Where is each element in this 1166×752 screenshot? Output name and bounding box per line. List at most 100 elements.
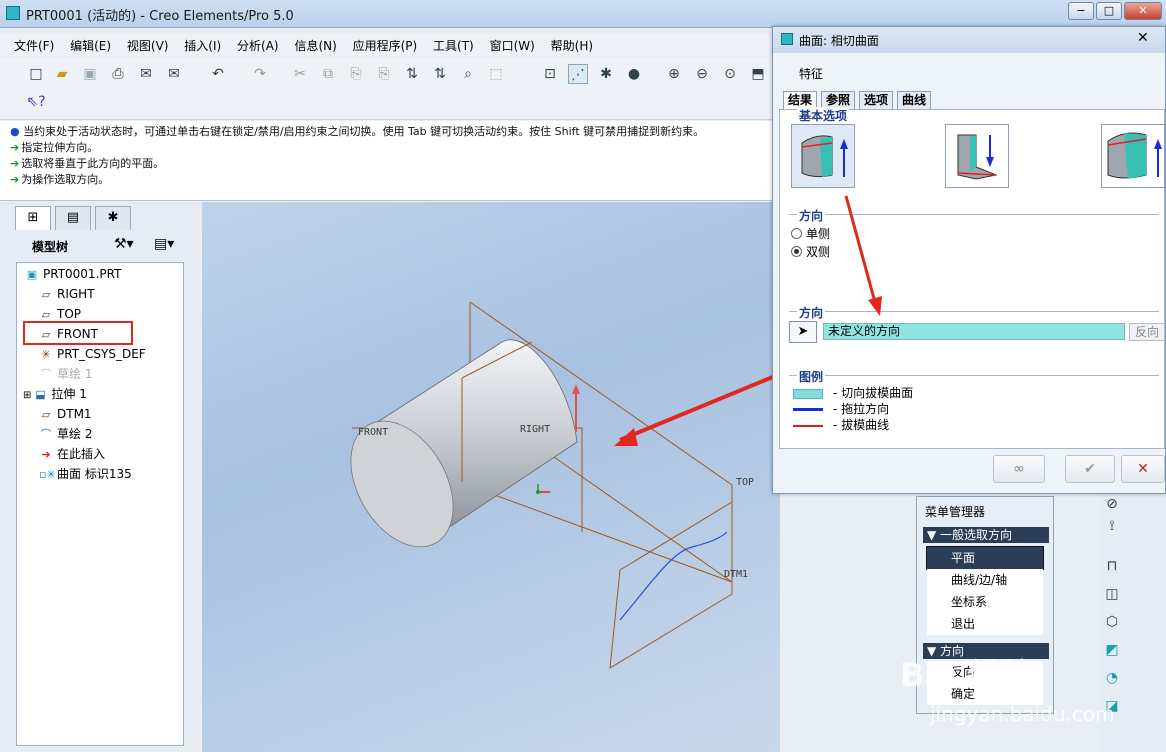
draft-option2-icon — [957, 134, 998, 180]
hole-tool-icon[interactable]: ⊓ — [1102, 556, 1122, 576]
tree-node-surface[interactable]: ▫✳曲面 标识135 — [39, 465, 132, 483]
tree-node-extrude1[interactable]: ⊞ ⬓ 拉伸 1 — [23, 385, 87, 403]
menu-file[interactable]: 文件(F) — [8, 34, 60, 57]
tree-settings-icon[interactable]: ⚒▾ — [114, 236, 134, 252]
dialog-app-icon — [781, 33, 793, 45]
menu-tools[interactable]: 工具(T) — [427, 34, 480, 57]
option-flip-button[interactable] — [945, 124, 1009, 188]
direction-group-label-2: 方向 — [797, 304, 826, 321]
menu-help[interactable]: 帮助(H) — [545, 34, 599, 57]
front-highlight-box — [23, 321, 133, 345]
message-line-1: ● 当约束处于活动状态时，可通过单击右键在锁定/禁用/启用约束之间切换。使用 T… — [10, 125, 705, 138]
dialog-close-icon[interactable]: ✕ — [1137, 30, 1149, 46]
green-arrow-icon: ➔ — [10, 157, 20, 170]
baidu-watermark-logo: Bai 经验 — [900, 656, 1033, 694]
send-mail-icon[interactable]: ✉ — [136, 64, 156, 84]
paste-icon[interactable]: ⎘ — [346, 64, 366, 84]
mail-link-icon[interactable]: ✉ — [164, 64, 184, 84]
tree-node-sketch2[interactable]: ⌒ 草绘 2 — [39, 425, 93, 443]
orient-icon[interactable]: ⬒ — [748, 64, 768, 84]
preview-button[interactable]: ∞ — [993, 455, 1045, 483]
datum-tool-icon[interactable]: ⊘ — [1102, 494, 1122, 514]
csys-icon: ✳ — [41, 348, 51, 361]
refit-icon[interactable]: ⊙ — [720, 64, 740, 84]
minimize-button[interactable]: − — [1068, 2, 1094, 20]
menu-item-csys[interactable]: 坐标系 — [927, 591, 1043, 613]
menu-info[interactable]: 信息(N) — [288, 34, 342, 57]
tree-node-label: 在此插入 — [57, 447, 106, 461]
option-single-side-button[interactable] — [791, 124, 855, 188]
close-button[interactable]: ✕ — [1124, 2, 1162, 20]
menu-view[interactable]: 视图(V) — [121, 34, 175, 57]
tab-curves[interactable]: 曲线 — [897, 91, 932, 109]
select-direction-button[interactable]: ➤ — [789, 321, 817, 343]
tree-node-insert-here[interactable]: ➔ 在此插入 — [39, 445, 105, 463]
find-icon[interactable]: ⌕ — [458, 64, 478, 84]
cut-icon[interactable]: ✂ — [290, 64, 310, 84]
select-box-icon[interactable]: ⬚ — [486, 64, 506, 84]
favorites-tab-icon[interactable]: ✱ — [95, 206, 131, 230]
option-double-side-button[interactable] — [1101, 124, 1165, 188]
basic-options-label: 基本选项 — [797, 107, 850, 124]
menu-item-quit[interactable]: 退出 — [927, 613, 1043, 635]
section-general-direction[interactable]: ▼ 一般选取方向 — [923, 527, 1049, 543]
print-icon[interactable]: ⎙ — [108, 64, 128, 84]
model-graphics — [350, 301, 780, 669]
round-tool-icon[interactable]: ◔ — [1102, 668, 1122, 688]
redo-icon[interactable]: ↷ — [250, 64, 270, 84]
menu-insert[interactable]: 插入(I) — [178, 34, 227, 57]
model-tree-tab-icon[interactable]: ⊞ — [15, 206, 51, 230]
menu-item-curve-edge-axis[interactable]: 曲线/边/轴 — [927, 569, 1043, 591]
paste-special-icon[interactable]: ⎘ — [374, 64, 394, 84]
checkmark-icon: ✔ — [1084, 461, 1096, 477]
datum-display-icon[interactable]: ⋰ — [568, 64, 588, 84]
ok-button[interactable]: ✔ — [1065, 455, 1115, 483]
tree-node-sketch1[interactable]: ⌒ 草绘 1 — [39, 365, 93, 383]
undo-icon[interactable]: ↶ — [208, 64, 228, 84]
draft-option1-icon — [801, 135, 848, 178]
radio-double-side[interactable]: 双侧 — [791, 243, 830, 260]
annotation-arrowhead — [614, 428, 638, 446]
tree-node-csys[interactable]: ✳ PRT_CSYS_DEF — [39, 345, 145, 363]
model-tree: ▣ PRT0001.PRT ▱ RIGHT ▱ TOP ▱ FRONT ✳ PRT_CSY… — [16, 262, 184, 746]
open-folder-icon[interactable]: ▰ — [52, 64, 72, 84]
maximize-button[interactable]: □ — [1096, 2, 1122, 20]
repaint-icon[interactable]: ⊡ — [540, 64, 560, 84]
spin-center-icon[interactable]: ✱ — [596, 64, 616, 84]
folder-browser-tab-icon[interactable]: ▤ — [55, 206, 91, 230]
menu-analysis[interactable]: 分析(A) — [231, 34, 285, 57]
section-label: 一般选取方向 — [940, 528, 1013, 542]
menu-edit[interactable]: 编辑(E) — [64, 34, 117, 57]
rib-tool-icon[interactable]: ⬡ — [1102, 612, 1122, 632]
expand-icon[interactable]: ⊞ — [23, 390, 31, 401]
copy-icon[interactable]: ⧉ — [318, 64, 338, 84]
context-help-icon[interactable]: ⇖? — [26, 92, 46, 112]
zoom-in-icon[interactable]: ⊕ — [664, 64, 684, 84]
shading-icon[interactable]: ● — [624, 64, 644, 84]
draft-tool-icon[interactable]: ◩ — [1102, 640, 1122, 660]
menu-applications[interactable]: 应用程序(P) — [347, 34, 424, 57]
axis-tool-icon[interactable]: ⟟ — [1102, 516, 1122, 536]
graphics-viewport[interactable]: FRONT RIGHT TOP DTM1 — [202, 202, 780, 752]
cursor-arrow-icon: ➤ — [797, 324, 809, 339]
regenerate-icon[interactable]: ⇅ — [402, 64, 422, 84]
save-icon[interactable]: ▣ — [80, 64, 100, 84]
direction-group-label: 方向 — [797, 207, 826, 224]
dialog-titlebar: 曲面: 相切曲面 ✕ — [773, 27, 1165, 53]
tab-options[interactable]: 选项 — [859, 91, 894, 109]
glasses-icon: ∞ — [1013, 461, 1025, 477]
shell-tool-icon[interactable]: ◫ — [1102, 584, 1122, 604]
tree-columns-icon[interactable]: ▤▾ — [154, 236, 174, 252]
direction-field[interactable]: 未定义的方向 — [823, 323, 1125, 340]
menu-window[interactable]: 窗口(W) — [484, 34, 541, 57]
menu-item-plane[interactable]: 平面 — [926, 546, 1044, 570]
reverse-button[interactable]: 反向 — [1129, 323, 1165, 341]
tree-node-part[interactable]: ▣ PRT0001.PRT — [25, 265, 122, 283]
regen-manager-icon[interactable]: ⇅ — [430, 64, 450, 84]
tree-node-dtm1[interactable]: ▱ DTM1 — [39, 405, 92, 423]
zoom-out-icon[interactable]: ⊖ — [692, 64, 712, 84]
new-file-icon[interactable]: □ — [26, 64, 46, 84]
tree-node-right[interactable]: ▱ RIGHT — [39, 285, 95, 303]
cancel-button[interactable]: ✕ — [1121, 455, 1165, 483]
radio-single-side[interactable]: 单侧 — [791, 225, 830, 242]
